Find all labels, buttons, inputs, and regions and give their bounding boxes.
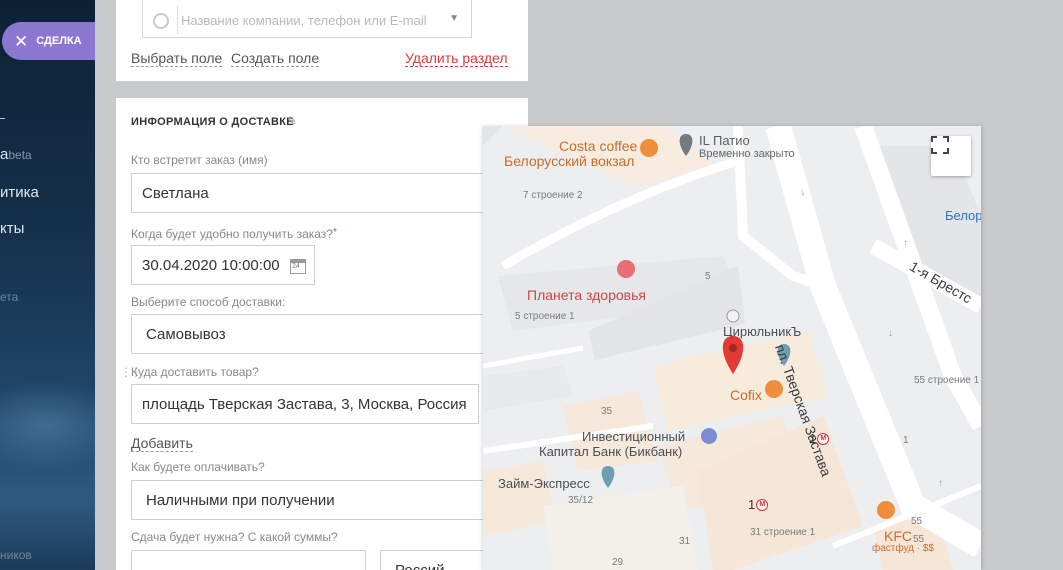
delivery-section-card: ИНФОРМАЦИЯ О ДОСТАВКЕ ✎ Кто встретит зак…	[116, 98, 528, 570]
sidebar-divider	[0, 118, 5, 119]
metro-m-icon: M	[756, 498, 769, 511]
change-label: Сдача будет нужна? С какой суммы?	[131, 530, 338, 544]
pencil-icon[interactable]: ✎	[287, 114, 297, 128]
time-input[interactable]: 30.04.2020 10:00:00 24	[131, 245, 315, 285]
calendar-icon[interactable]: 24	[290, 259, 306, 274]
sidebar-item-analytics[interactable]: итика	[0, 184, 39, 201]
close-pin-icon[interactable]	[726, 309, 740, 323]
map-label-num: 35	[601, 406, 613, 417]
map-label-num: 55	[911, 516, 923, 527]
metro-station-icon[interactable]: 1M	[809, 431, 830, 446]
bank-pin-icon[interactable]	[701, 428, 717, 444]
section-title: ИНФОРМАЦИЯ О ДОСТАВКЕ	[131, 116, 294, 128]
sidebar-item-1[interactable]: аbeta	[0, 146, 32, 163]
add-address-link[interactable]: Добавить	[131, 435, 193, 452]
change-amount-input[interactable]	[131, 550, 366, 570]
map-label-il-patio: IL Патио	[699, 133, 750, 148]
create-field-link[interactable]: Создать поле	[231, 50, 320, 67]
beta-badge: beta	[8, 148, 32, 162]
payment-select[interactable]: Наличными при получении	[131, 480, 491, 520]
required-mark: *	[332, 227, 337, 238]
map-label-planeta: Планета здоровья	[527, 287, 646, 303]
calendar-day: 24	[292, 263, 300, 270]
select-field-link[interactable]: Выбрать поле	[131, 50, 223, 67]
address-input[interactable]: площадь Тверская Застава, 3, Москва, Рос…	[131, 384, 479, 424]
pharmacy-pin-icon[interactable]	[617, 260, 635, 278]
map-label-kfc-sub: фастфуд · $$	[872, 543, 934, 554]
map-label-num: 55	[913, 534, 925, 545]
map-arrow: ↑	[938, 478, 943, 489]
map-label-bldg: 31 строение 1	[750, 527, 816, 538]
map-arrow: ↓	[888, 328, 893, 339]
metro-m-icon: M	[817, 432, 830, 445]
map-label-num: 1	[903, 435, 909, 446]
currency-select[interactable]: Россий	[380, 550, 500, 570]
map-label-kfc: KFC	[884, 528, 912, 544]
payment-label: Как будете оплачивать?	[131, 460, 265, 474]
map-arrow: ↑	[903, 238, 908, 249]
delivery-method-select[interactable]: Самовывоз	[131, 314, 491, 354]
deal-button-label: СДЕЛКА	[36, 35, 82, 47]
chevron-down-icon[interactable]: ▼	[449, 13, 459, 24]
contact-type-icon	[153, 13, 169, 29]
close-icon[interactable]: ✕	[14, 33, 28, 50]
time-label-text: Когда будет удобно получить заказ?	[131, 227, 333, 241]
map-label-num: 31	[679, 536, 691, 547]
receiver-label: Кто встретит заказ (имя)	[131, 153, 268, 167]
map-label-bank2: Капитал Банк (Бикбанк)	[539, 444, 683, 459]
map-label-bank: Инвестиционный	[582, 429, 686, 444]
fullscreen-icon	[931, 136, 949, 154]
sidebar-item-contacts[interactable]: кты	[0, 220, 24, 237]
sidebar-item-beta[interactable]: ета	[0, 290, 18, 304]
metro-number: 1	[748, 497, 756, 512]
cafe-pin-icon[interactable]	[640, 139, 658, 157]
time-value: 30.04.2020 10:00:00	[142, 256, 280, 274]
map-label-bldg: 7 строение 2	[523, 190, 583, 201]
fullscreen-button[interactable]	[931, 136, 971, 176]
map-label-cofix: Cofix	[730, 387, 762, 403]
map-widget[interactable]: ↓ ↓ ↑ ↑ Costa coffee Белорусский вокзал …	[483, 126, 981, 570]
metro-number: 1	[809, 431, 817, 446]
cafe-pin-icon[interactable]	[765, 380, 783, 398]
metro-station-icon[interactable]: 1M	[748, 497, 769, 512]
fastfood-pin-icon[interactable]	[877, 501, 895, 519]
receiver-input[interactable]: Светлана	[131, 173, 491, 213]
map-label-belor: Белор	[945, 208, 981, 223]
sidebar-item-label: кты	[0, 220, 25, 237]
map-label-tsiryulnik: ЦирюльникЪ	[723, 324, 802, 339]
address-label: Куда доставить товар?	[131, 365, 259, 379]
map-label-num: 29	[612, 557, 624, 568]
time-label: Когда будет удобно получить заказ?*	[131, 227, 337, 241]
service-pin-icon[interactable]	[601, 466, 615, 488]
contact-search-field[interactable]: Название компании, телефон или E-mail ▼	[142, 0, 472, 38]
sidebar-glow	[0, 380, 95, 470]
field-separator	[177, 5, 178, 35]
map-label-bldg: 55 строение 1	[914, 375, 980, 386]
sidebar-item-bottom[interactable]: ников	[0, 548, 32, 562]
contact-search-placeholder: Название компании, телефон или E-mail	[181, 13, 427, 28]
map-label-num: 5	[705, 271, 711, 282]
left-sidebar: ✕ СДЕЛКА аbeta итика кты ета ников	[0, 0, 95, 570]
map-label-num: 35/12	[568, 495, 594, 506]
map-label-belorussky: Белорусский вокзал	[504, 153, 635, 169]
map-building	[483, 126, 503, 146]
map-label-il-patio-status: Временно закрыто	[699, 148, 795, 160]
map-label-bldg: 5 строение 1	[515, 311, 575, 322]
contact-section-card: Название компании, телефон или E-mail ▼ …	[116, 0, 528, 81]
delete-section-link[interactable]: Удалить раздел	[405, 50, 508, 67]
method-label: Выберите способ доставки:	[131, 295, 286, 309]
map-label-costa: Costa coffee	[559, 138, 638, 154]
pin-center	[729, 344, 737, 352]
deal-button[interactable]: ✕ СДЕЛКА	[2, 22, 95, 60]
map-building	[483, 366, 573, 411]
sidebar-item-label: итика	[0, 184, 39, 201]
map-road	[483, 345, 584, 369]
map-label-zaim: Займ-Экспресс	[498, 476, 590, 491]
